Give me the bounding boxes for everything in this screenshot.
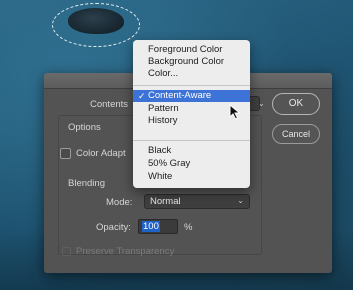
- menu-item-50-gray[interactable]: 50% Gray: [133, 158, 250, 170]
- menu-separator: [133, 140, 250, 141]
- contents-label: Contents: [90, 99, 129, 110]
- checkmark-icon: ✓: [138, 91, 146, 101]
- mouse-pointer-icon: [229, 104, 241, 120]
- menu-item-white[interactable]: White: [133, 171, 250, 183]
- opacity-value: 100: [142, 221, 160, 232]
- menu-item-black[interactable]: Black: [133, 145, 250, 157]
- opacity-percent-unit: %: [184, 222, 193, 233]
- menu-separator: [133, 85, 250, 86]
- menu-item-background-color[interactable]: Background Color: [133, 56, 250, 68]
- color-adaptation-label: Color Adapt: [76, 148, 126, 159]
- menu-item-content-aware[interactable]: ✓ Content-Aware: [133, 90, 250, 102]
- opacity-input[interactable]: 100: [138, 219, 178, 234]
- cancel-button[interactable]: Cancel: [272, 124, 320, 144]
- preserve-transparency-checkbox[interactable]: [62, 247, 71, 256]
- menu-item-color[interactable]: Color...: [133, 68, 250, 80]
- menu-item-label: Content-Aware: [148, 90, 212, 101]
- ok-button[interactable]: OK: [272, 93, 320, 115]
- preserve-transparency-label: Preserve Transparency: [76, 246, 175, 257]
- color-adaptation-checkbox[interactable]: [60, 148, 71, 159]
- mode-label: Mode:: [106, 197, 133, 208]
- chevron-down-icon: ⌄: [258, 99, 265, 108]
- chevron-down-icon: ⌄: [237, 196, 244, 205]
- blending-title: Blending: [68, 178, 105, 189]
- mode-select[interactable]: Normal ⌄: [144, 194, 250, 209]
- mode-value: Normal: [150, 196, 181, 207]
- opacity-label: Opacity:: [96, 222, 131, 233]
- options-title: Options: [68, 122, 101, 133]
- menu-item-foreground-color[interactable]: Foreground Color: [133, 44, 250, 56]
- selection-marquee: [52, 3, 140, 47]
